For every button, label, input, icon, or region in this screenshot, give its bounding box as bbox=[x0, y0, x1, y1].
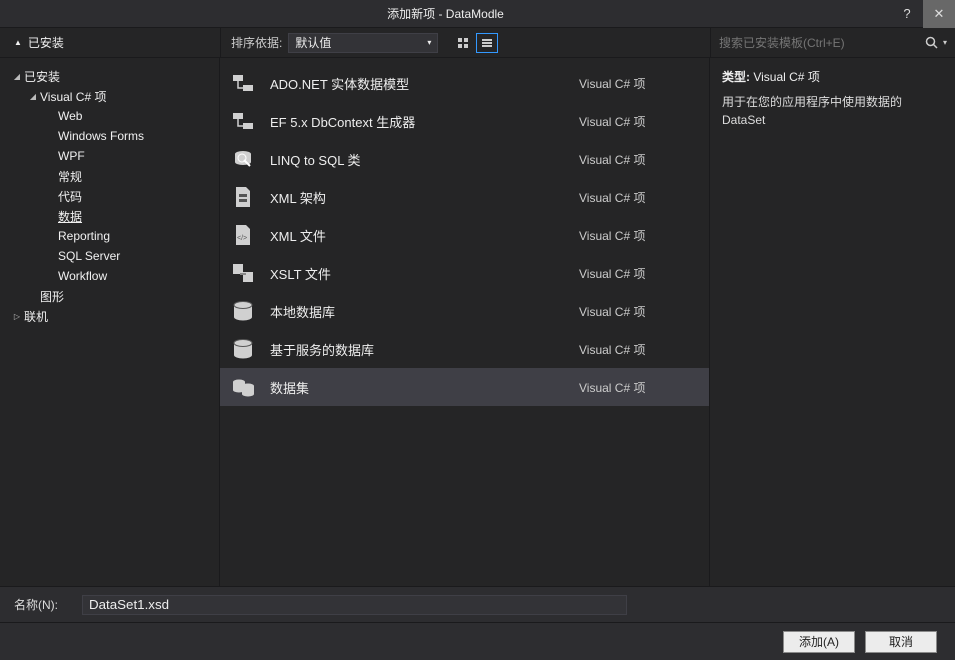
sort-label: 排序依据: bbox=[231, 34, 282, 51]
tree-item-label: SQL Server bbox=[58, 249, 120, 263]
xsd-icon bbox=[230, 184, 256, 210]
help-button[interactable]: ? bbox=[891, 0, 923, 28]
toolbar: ▲ 已安装 排序依据: 默认值 ▾ ▾ bbox=[0, 28, 955, 58]
tree-item-label: 常规 bbox=[58, 168, 82, 185]
template-lang: Visual C# 项 bbox=[579, 303, 699, 320]
category-tree: ◢已安装◢Visual C# 项WebWindows FormsWPF常规代码数… bbox=[0, 58, 220, 586]
template-name: XSLT 文件 bbox=[270, 264, 579, 283]
tree-item-label: Reporting bbox=[58, 229, 110, 243]
xml-icon: </> bbox=[230, 222, 256, 248]
tree-header-label: 已安装 bbox=[28, 34, 64, 51]
search-icon[interactable] bbox=[925, 36, 939, 50]
footer-button-row: 添加(A) 取消 bbox=[0, 622, 955, 660]
template-row[interactable]: </> XML 文件Visual C# 项 bbox=[220, 216, 709, 254]
window-title: 添加新项 - DataModle bbox=[0, 5, 891, 22]
details-type-value: Visual C# 项 bbox=[753, 70, 819, 84]
template-name: LINQ to SQL 类 bbox=[270, 150, 579, 169]
titlebar: 添加新项 - DataModle ? ✕ bbox=[0, 0, 955, 28]
template-lang: Visual C# 项 bbox=[579, 379, 699, 396]
tree-item[interactable]: 代码 bbox=[4, 186, 215, 206]
tree-item[interactable]: Web bbox=[4, 106, 215, 126]
tree-item[interactable]: 数据 bbox=[4, 206, 215, 226]
template-lang: Visual C# 项 bbox=[579, 341, 699, 358]
template-row[interactable]: XML 架构Visual C# 项 bbox=[220, 178, 709, 216]
template-lang: Visual C# 项 bbox=[579, 227, 699, 244]
tree-item[interactable]: WPF bbox=[4, 146, 215, 166]
tree-item[interactable]: Windows Forms bbox=[4, 126, 215, 146]
template-name: 数据集 bbox=[270, 378, 579, 397]
template-name: EF 5.x DbContext 生成器 bbox=[270, 112, 579, 131]
tree-item[interactable]: ▷联机 bbox=[4, 306, 215, 326]
tree-arrow-icon: ◢ bbox=[26, 92, 40, 101]
template-row[interactable]: ADO.NET 实体数据模型Visual C# 项 bbox=[220, 64, 709, 102]
view-small-icons-button[interactable] bbox=[452, 33, 474, 53]
svg-text:</>: </> bbox=[237, 235, 247, 242]
tree-item-label: Windows Forms bbox=[58, 129, 144, 143]
entity-icon bbox=[230, 108, 256, 134]
template-row[interactable]: 基于服务的数据库Visual C# 项 bbox=[220, 330, 709, 368]
chevron-down-icon: ▾ bbox=[427, 38, 431, 47]
db-icon bbox=[230, 298, 256, 324]
close-button[interactable]: ✕ bbox=[923, 0, 955, 28]
name-input[interactable] bbox=[82, 595, 627, 615]
linq-icon bbox=[230, 146, 256, 172]
db-icon bbox=[230, 336, 256, 362]
tree-item-label: Workflow bbox=[58, 269, 107, 283]
template-row[interactable]: 本地数据库Visual C# 项 bbox=[220, 292, 709, 330]
search-chevron-icon[interactable]: ▾ bbox=[943, 38, 947, 47]
tree-header: ▲ 已安装 bbox=[0, 28, 220, 57]
template-lang: Visual C# 项 bbox=[579, 151, 699, 168]
dataset-icon bbox=[230, 374, 256, 400]
tree-item-label: 图形 bbox=[40, 288, 64, 305]
cancel-button[interactable]: 取消 bbox=[865, 631, 937, 653]
tree-item[interactable]: 图形 bbox=[4, 286, 215, 306]
template-row[interactable]: XSLT 文件Visual C# 项 bbox=[220, 254, 709, 292]
tree-item-label: WPF bbox=[58, 149, 85, 163]
view-list-button[interactable] bbox=[476, 33, 498, 53]
details-description: 用于在您的应用程序中使用数据的 DataSet bbox=[722, 93, 943, 129]
tree-item[interactable]: Workflow bbox=[4, 266, 215, 286]
tree-item[interactable]: ◢Visual C# 项 bbox=[4, 86, 215, 106]
tree-item[interactable]: SQL Server bbox=[4, 246, 215, 266]
search-area: ▾ bbox=[710, 28, 955, 57]
tree-item-label: 代码 bbox=[58, 188, 82, 205]
details-type-label: 类型: bbox=[722, 70, 750, 84]
tree-item[interactable]: 常规 bbox=[4, 166, 215, 186]
template-name: XML 文件 bbox=[270, 226, 579, 245]
template-name: ADO.NET 实体数据模型 bbox=[270, 74, 579, 93]
tree-item-label: Visual C# 项 bbox=[40, 88, 106, 105]
tree-item-label: 数据 bbox=[58, 208, 82, 225]
template-name: 基于服务的数据库 bbox=[270, 340, 579, 359]
footer-name-row: 名称(N): bbox=[0, 586, 955, 622]
template-lang: Visual C# 项 bbox=[579, 189, 699, 206]
details-pane: 类型: Visual C# 项 用于在您的应用程序中使用数据的 DataSet bbox=[710, 58, 955, 586]
xslt-icon bbox=[230, 260, 256, 286]
tree-item[interactable]: Reporting bbox=[4, 226, 215, 246]
tree-item-label: Web bbox=[58, 109, 82, 123]
template-list: ADO.NET 实体数据模型Visual C# 项EF 5.x DbContex… bbox=[220, 58, 710, 586]
entity-icon bbox=[230, 70, 256, 96]
template-lang: Visual C# 项 bbox=[579, 75, 699, 92]
template-row[interactable]: EF 5.x DbContext 生成器Visual C# 项 bbox=[220, 102, 709, 140]
tree-item[interactable]: ◢已安装 bbox=[4, 66, 215, 86]
template-name: XML 架构 bbox=[270, 188, 579, 207]
collapse-icon[interactable]: ▲ bbox=[14, 38, 22, 47]
tree-arrow-icon: ▷ bbox=[10, 312, 24, 321]
tree-item-label: 已安装 bbox=[24, 68, 60, 85]
template-row[interactable]: LINQ to SQL 类Visual C# 项 bbox=[220, 140, 709, 178]
sort-area: 排序依据: 默认值 ▾ bbox=[220, 28, 710, 57]
add-button[interactable]: 添加(A) bbox=[783, 631, 855, 653]
template-lang: Visual C# 项 bbox=[579, 265, 699, 282]
name-label: 名称(N): bbox=[14, 596, 58, 613]
search-input[interactable] bbox=[719, 36, 921, 50]
template-row[interactable]: 数据集Visual C# 项 bbox=[220, 368, 709, 406]
sort-value: 默认值 bbox=[295, 34, 331, 51]
sort-dropdown[interactable]: 默认值 ▾ bbox=[288, 33, 438, 53]
template-lang: Visual C# 项 bbox=[579, 113, 699, 130]
dialog-body: ◢已安装◢Visual C# 项WebWindows FormsWPF常规代码数… bbox=[0, 58, 955, 586]
template-name: 本地数据库 bbox=[270, 302, 579, 321]
tree-arrow-icon: ◢ bbox=[10, 72, 24, 81]
tree-item-label: 联机 bbox=[24, 308, 48, 325]
